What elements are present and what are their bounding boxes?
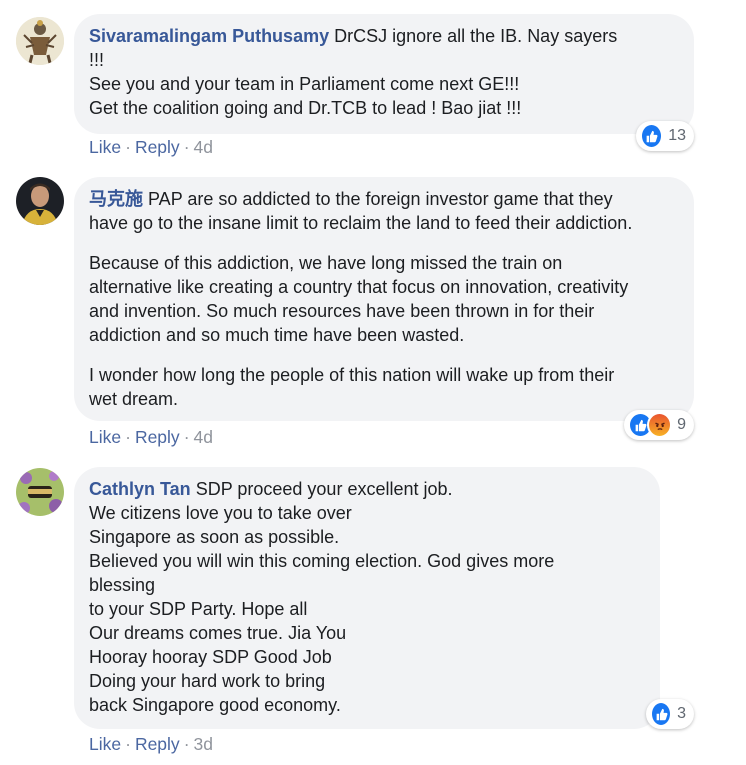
reaction-summary[interactable]: 3	[646, 699, 694, 729]
separator: ·	[183, 137, 190, 157]
like-reaction-icon	[640, 123, 664, 149]
comment-paragraph: Because of this addiction, we have long …	[89, 253, 629, 345]
comment-bubble: Cathlyn Tan SDP proceed your excellent j…	[74, 467, 660, 729]
avatar[interactable]	[16, 468, 64, 516]
separator: ·	[125, 137, 131, 157]
author-name[interactable]: Cathlyn Tan	[89, 479, 191, 499]
comment-body: Cathlyn Tan SDP proceed your excellent j…	[89, 477, 645, 717]
reaction-count: 13	[668, 127, 686, 144]
comment-text: PAP are so addicted to the foreign inves…	[89, 189, 633, 233]
comment-paragraph: 马克施 PAP are so addicted to the foreign i…	[89, 187, 679, 235]
reaction-count: 9	[677, 416, 686, 433]
reaction-summary[interactable]: 9	[624, 410, 694, 440]
reply-link[interactable]: Reply	[135, 427, 180, 447]
comment-text: SDP proceed your excellent job. We citiz…	[89, 479, 555, 715]
reaction-summary[interactable]: 13	[636, 121, 694, 151]
comment-actions: Like · Reply · 4d	[89, 426, 213, 448]
separator: ·	[125, 734, 131, 754]
separator: ·	[125, 427, 131, 447]
avatar[interactable]	[16, 177, 64, 225]
comment-actions: Like · Reply · 4d	[89, 136, 213, 158]
author-name[interactable]: 马克施	[89, 189, 143, 209]
timestamp-link[interactable]: 4d	[194, 137, 213, 157]
reaction-count: 3	[677, 705, 686, 722]
timestamp-link[interactable]: 3d	[194, 734, 213, 754]
comment-body: Sivaramalingam Puthusamy DrCSJ ignore al…	[89, 24, 679, 120]
avatar[interactable]	[16, 17, 64, 65]
separator: ·	[183, 427, 190, 447]
like-reaction-icon	[650, 701, 673, 727]
timestamp-link[interactable]: 4d	[194, 427, 213, 447]
comment-bubble: 马克施 PAP are so addicted to the foreign i…	[74, 177, 694, 421]
angry-reaction-icon	[647, 412, 673, 438]
like-link[interactable]: Like	[89, 734, 121, 754]
reply-link[interactable]: Reply	[135, 137, 180, 157]
like-link[interactable]: Like	[89, 137, 121, 157]
comment-bubble: Sivaramalingam Puthusamy DrCSJ ignore al…	[74, 14, 694, 134]
separator: ·	[183, 734, 190, 754]
comment-actions: Like · Reply · 3d	[89, 733, 213, 755]
author-name[interactable]: Sivaramalingam Puthusamy	[89, 26, 329, 46]
like-link[interactable]: Like	[89, 427, 121, 447]
reply-link[interactable]: Reply	[135, 734, 180, 754]
comment-paragraph: I wonder how long the people of this nat…	[89, 365, 615, 409]
